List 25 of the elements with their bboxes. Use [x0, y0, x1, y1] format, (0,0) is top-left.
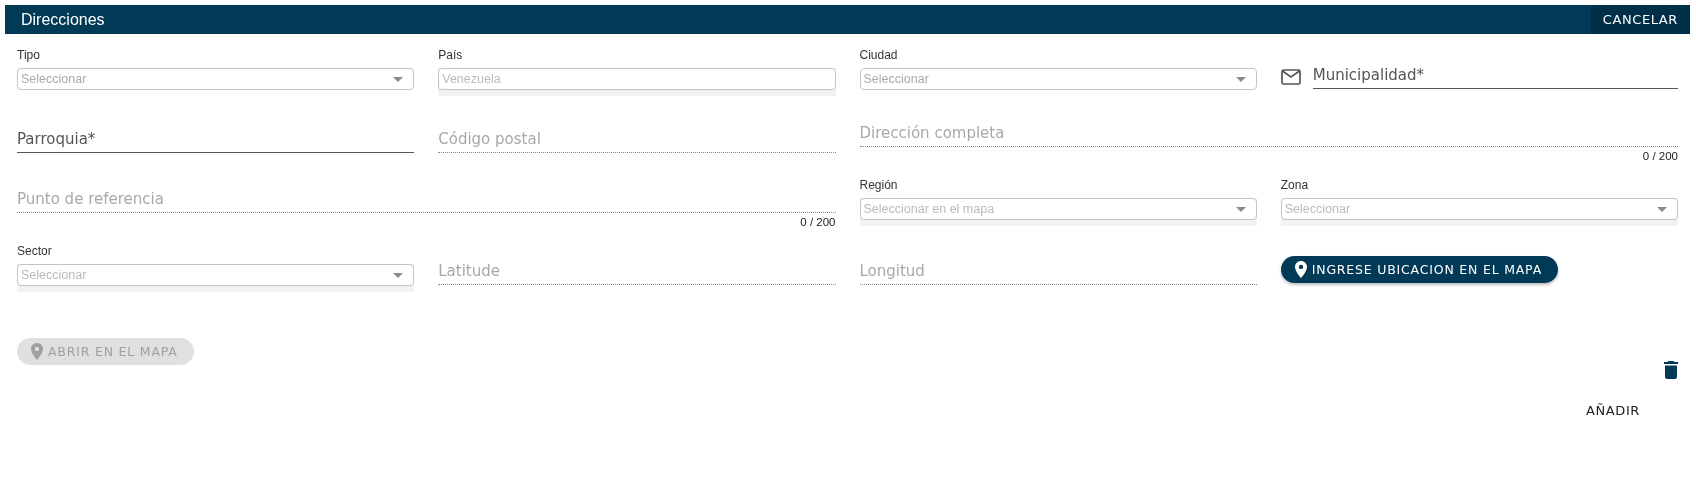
- field-label: Región: [859, 178, 898, 192]
- character-counter: 0 / 200: [1642, 150, 1678, 162]
- caret-icon: [1657, 206, 1667, 212]
- map-location-button[interactable]: INGRESE UBICACION EN EL MAPA: [1280, 256, 1558, 283]
- pin-icon: [31, 343, 43, 360]
- field-label: Ciudad: [859, 48, 898, 62]
- input-field[interactable]: Parroquia*: [17, 126, 415, 153]
- caret-icon: [1235, 206, 1246, 212]
- field-label: País: [438, 48, 463, 62]
- field-label: Tipo: [17, 48, 40, 62]
- window-title: Direcciones: [20, 10, 105, 29]
- select-field[interactable]: Seleccionar: [17, 68, 415, 90]
- caret-icon: [393, 76, 404, 82]
- mail-icon: [1280, 69, 1301, 85]
- add-button[interactable]: AÑADIR: [1578, 397, 1648, 424]
- character-counter: 0 / 200: [800, 216, 836, 228]
- caret-icon: [1235, 76, 1246, 82]
- caret-icon: [393, 272, 404, 278]
- field-label: Zona: [1280, 178, 1309, 192]
- select-field[interactable]: Seleccionar: [859, 68, 1257, 90]
- cancel-button[interactable]: CANCELAR: [1590, 5, 1690, 34]
- pin-icon: [1294, 261, 1307, 278]
- delete-icon[interactable]: [1664, 361, 1678, 379]
- input-field[interactable]: Municipalidad*: [1312, 62, 1678, 89]
- field-label: Sector: [17, 244, 52, 258]
